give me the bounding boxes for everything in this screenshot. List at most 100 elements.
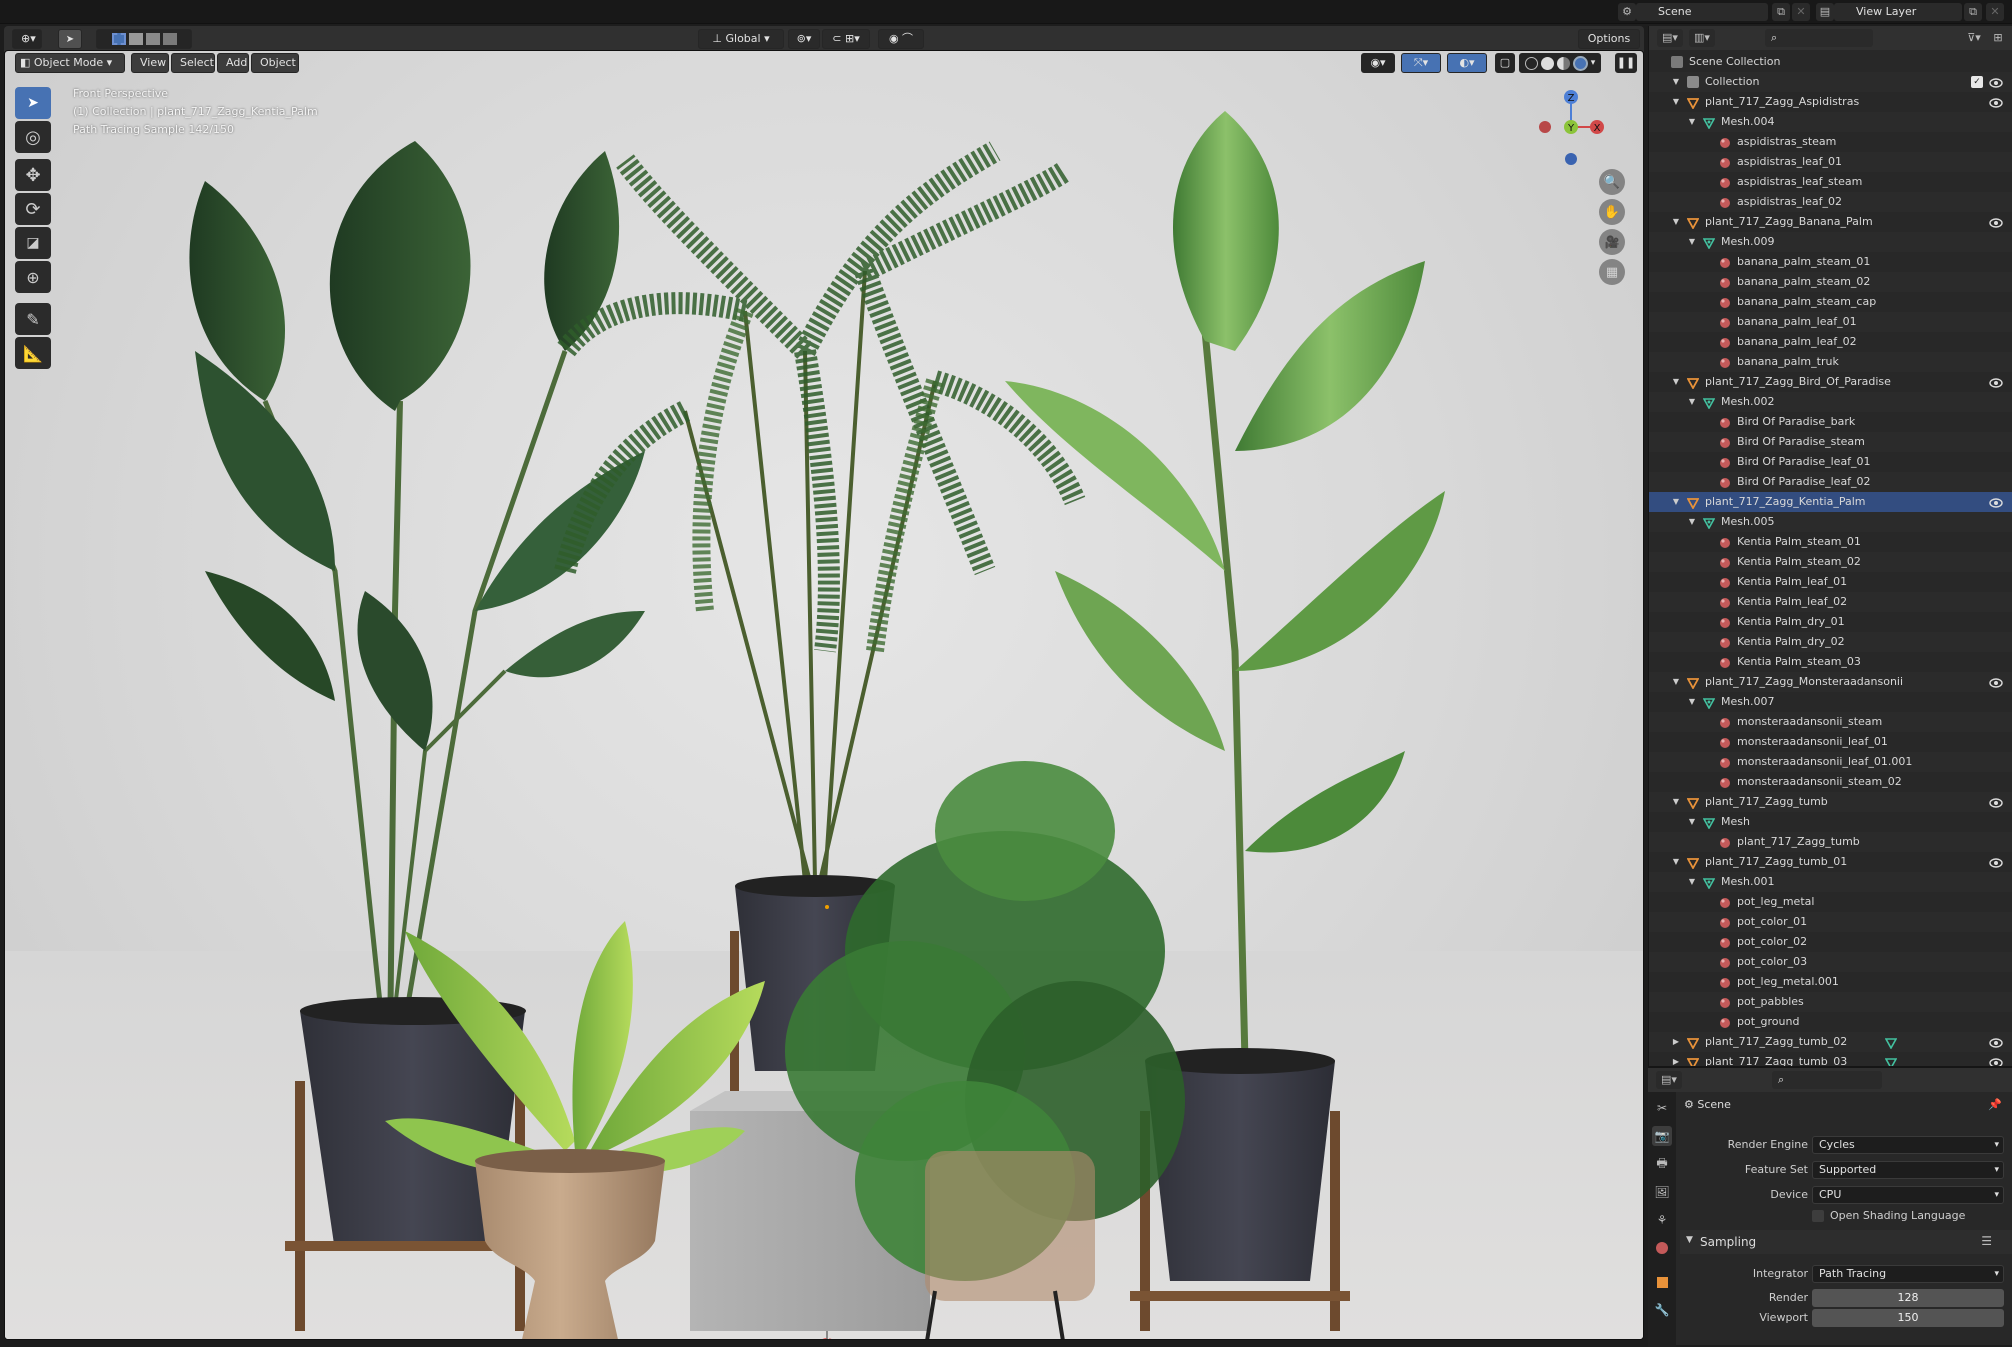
- render-samples-field[interactable]: 128: [1812, 1289, 2004, 1307]
- expand-arrow-icon[interactable]: ▼: [1671, 792, 1681, 812]
- feature-set-dropdown[interactable]: Supported ▾: [1812, 1161, 2004, 1179]
- material-row[interactable]: Kentia Palm_dry_01: [1649, 612, 2012, 632]
- material-row[interactable]: pot_color_02: [1649, 932, 2012, 952]
- viewport-samples-field[interactable]: 150: [1812, 1309, 2004, 1327]
- object-tab-icon[interactable]: [1652, 1272, 1672, 1292]
- expand-arrow-icon[interactable]: ▼: [1687, 392, 1697, 412]
- material-row[interactable]: Kentia Palm_leaf_02: [1649, 592, 2012, 612]
- eye-icon[interactable]: [1989, 1056, 2003, 1066]
- select-box-mode-button[interactable]: ➤: [58, 29, 82, 49]
- expand-arrow-icon[interactable]: ▼: [1671, 212, 1681, 232]
- subtract-selection-icon[interactable]: [145, 33, 160, 45]
- material-row[interactable]: banana_palm_truk: [1649, 352, 2012, 372]
- collection-row[interactable]: ▼ Collection ✓: [1649, 72, 2012, 92]
- material-row[interactable]: Bird Of Paradise_bark: [1649, 412, 2012, 432]
- 3d-viewport[interactable]: ◧ Object Mode ▾ View Select Add Object ◉…: [4, 50, 1644, 1340]
- pivot-point-dropdown[interactable]: ⊚▾: [788, 29, 820, 49]
- expand-arrow-icon[interactable]: ▼: [1671, 852, 1681, 872]
- material-row[interactable]: pot_color_03: [1649, 952, 2012, 972]
- expand-arrow-icon[interactable]: ▼: [1671, 92, 1681, 112]
- snap-toggle[interactable]: ⊂ ⊞▾: [822, 29, 870, 49]
- material-row[interactable]: Bird Of Paradise_steam: [1649, 432, 2012, 452]
- transform-orientation-dropdown[interactable]: ⊥ Global ▾: [698, 29, 784, 49]
- scene-selector[interactable]: Scene: [1636, 3, 1768, 21]
- new-view-layer-icon[interactable]: ⧉: [1964, 3, 1982, 21]
- filter-icon[interactable]: ⊽▾: [1961, 29, 1987, 47]
- object-row[interactable]: ▼ plant_717_Zagg_Monsteraadansonii: [1649, 672, 2012, 692]
- material-row[interactable]: Kentia Palm_steam_01: [1649, 532, 2012, 552]
- delete-view-layer-icon[interactable]: ✕: [1986, 3, 2004, 21]
- material-row[interactable]: banana_palm_steam_cap: [1649, 292, 2012, 312]
- eye-icon[interactable]: [1989, 76, 2003, 88]
- mesh-row[interactable]: ▼ Mesh: [1649, 812, 2012, 832]
- mesh-row[interactable]: ▼ Mesh.002: [1649, 392, 2012, 412]
- material-row[interactable]: aspidistras_steam: [1649, 132, 2012, 152]
- object-row[interactable]: ▼ plant_717_Zagg_tumb: [1649, 792, 2012, 812]
- material-row[interactable]: pot_pabbles: [1649, 992, 2012, 1012]
- material-row[interactable]: aspidistras_leaf_01: [1649, 152, 2012, 172]
- expand-arrow-icon[interactable]: ▼: [1687, 872, 1697, 892]
- selection-mode-group[interactable]: [96, 29, 192, 49]
- sampling-panel-header[interactable]: ▼ Sampling ☰: [1680, 1230, 2012, 1254]
- material-row[interactable]: pot_leg_metal.001: [1649, 972, 2012, 992]
- object-row[interactable]: ▼ plant_717_Zagg_Banana_Palm: [1649, 212, 2012, 232]
- scene-tab-icon[interactable]: ⚘: [1652, 1210, 1672, 1230]
- mesh-row[interactable]: ▼ Mesh.004: [1649, 112, 2012, 132]
- eye-icon[interactable]: [1989, 96, 2003, 108]
- material-row[interactable]: banana_palm_steam_01: [1649, 252, 2012, 272]
- material-row[interactable]: banana_palm_leaf_02: [1649, 332, 2012, 352]
- collapse-arrow-icon[interactable]: ▶: [1671, 1052, 1681, 1066]
- options-dropdown[interactable]: Options ▾: [1578, 29, 1640, 63]
- scene-icon[interactable]: ⚙: [1618, 3, 1636, 21]
- material-row[interactable]: banana_palm_leaf_01: [1649, 312, 2012, 332]
- material-row[interactable]: Kentia Palm_steam_02: [1649, 552, 2012, 572]
- mesh-row[interactable]: ▼ Mesh.005: [1649, 512, 2012, 532]
- object-row[interactable]: ▼ plant_717_Zagg_tumb_01: [1649, 852, 2012, 872]
- eye-icon[interactable]: [1989, 1036, 2003, 1048]
- exclude-checkbox[interactable]: ✓: [1971, 76, 1983, 88]
- expand-arrow-icon[interactable]: ▼: [1671, 672, 1681, 692]
- material-row[interactable]: Bird Of Paradise_leaf_01: [1649, 452, 2012, 472]
- eye-icon[interactable]: [1989, 216, 2003, 228]
- material-row[interactable]: monsteraadansonii_steam: [1649, 712, 2012, 732]
- eye-icon[interactable]: [1989, 796, 2003, 808]
- render-engine-dropdown[interactable]: Cycles ▾: [1812, 1136, 2004, 1154]
- editor-type-button[interactable]: ⊕▾: [12, 29, 42, 49]
- expand-arrow-icon[interactable]: ▼: [1671, 492, 1681, 512]
- properties-editor-type-icon[interactable]: ▤▾: [1656, 1071, 1682, 1089]
- mesh-row[interactable]: ▼ Mesh.001: [1649, 872, 2012, 892]
- material-row[interactable]: pot_leg_metal: [1649, 892, 2012, 912]
- new-collection-icon[interactable]: ⊞: [1989, 29, 2007, 47]
- intersect-selection-icon[interactable]: [162, 33, 177, 45]
- new-scene-icon[interactable]: ⧉: [1772, 3, 1790, 21]
- object-row[interactable]: ▼ plant_717_Zagg_Bird_Of_Paradise: [1649, 372, 2012, 392]
- delete-scene-icon[interactable]: ✕: [1792, 3, 1810, 21]
- output-tab-icon[interactable]: 🖶: [1652, 1154, 1672, 1174]
- expand-arrow-icon[interactable]: ▼: [1687, 232, 1697, 252]
- eye-icon[interactable]: [1989, 676, 2003, 688]
- display-mode-icon[interactable]: ▥▾: [1689, 29, 1715, 47]
- outliner-editor-type-icon[interactable]: ▤▾: [1657, 29, 1683, 47]
- properties-search-input[interactable]: ⌕: [1772, 1071, 1882, 1089]
- expand-arrow-icon[interactable]: ▼: [1687, 112, 1697, 132]
- material-row[interactable]: Kentia Palm_steam_03: [1649, 652, 2012, 672]
- view-layer-icon[interactable]: ▤: [1816, 3, 1834, 21]
- tool-tab-icon[interactable]: ✂: [1652, 1098, 1672, 1118]
- material-row[interactable]: Kentia Palm_leaf_01: [1649, 572, 2012, 592]
- collapse-arrow-icon[interactable]: ▶: [1671, 1032, 1681, 1052]
- extend-selection-icon[interactable]: [128, 33, 143, 45]
- world-tab-icon[interactable]: [1652, 1238, 1672, 1258]
- modifier-tab-icon[interactable]: 🔧: [1652, 1300, 1672, 1320]
- object-row[interactable]: ▶ plant_717_Zagg_tumb_03: [1649, 1052, 2012, 1066]
- material-row[interactable]: aspidistras_leaf_steam: [1649, 172, 2012, 192]
- object-row[interactable]: ▼ plant_717_Zagg_Kentia_Palm: [1649, 492, 2012, 512]
- presets-list-icon[interactable]: ☰: [1981, 1234, 1992, 1248]
- view-layer-selector[interactable]: View Layer: [1834, 3, 1962, 21]
- material-row[interactable]: pot_color_01: [1649, 912, 2012, 932]
- material-row[interactable]: pot_ground: [1649, 1012, 2012, 1032]
- material-row[interactable]: plant_717_Zagg_tumb: [1649, 832, 2012, 852]
- render-tab-icon[interactable]: 📷: [1652, 1126, 1672, 1146]
- outliner-search-input[interactable]: ⌕: [1765, 29, 1873, 47]
- expand-arrow-icon[interactable]: ▼: [1687, 692, 1697, 712]
- material-row[interactable]: Kentia Palm_dry_02: [1649, 632, 2012, 652]
